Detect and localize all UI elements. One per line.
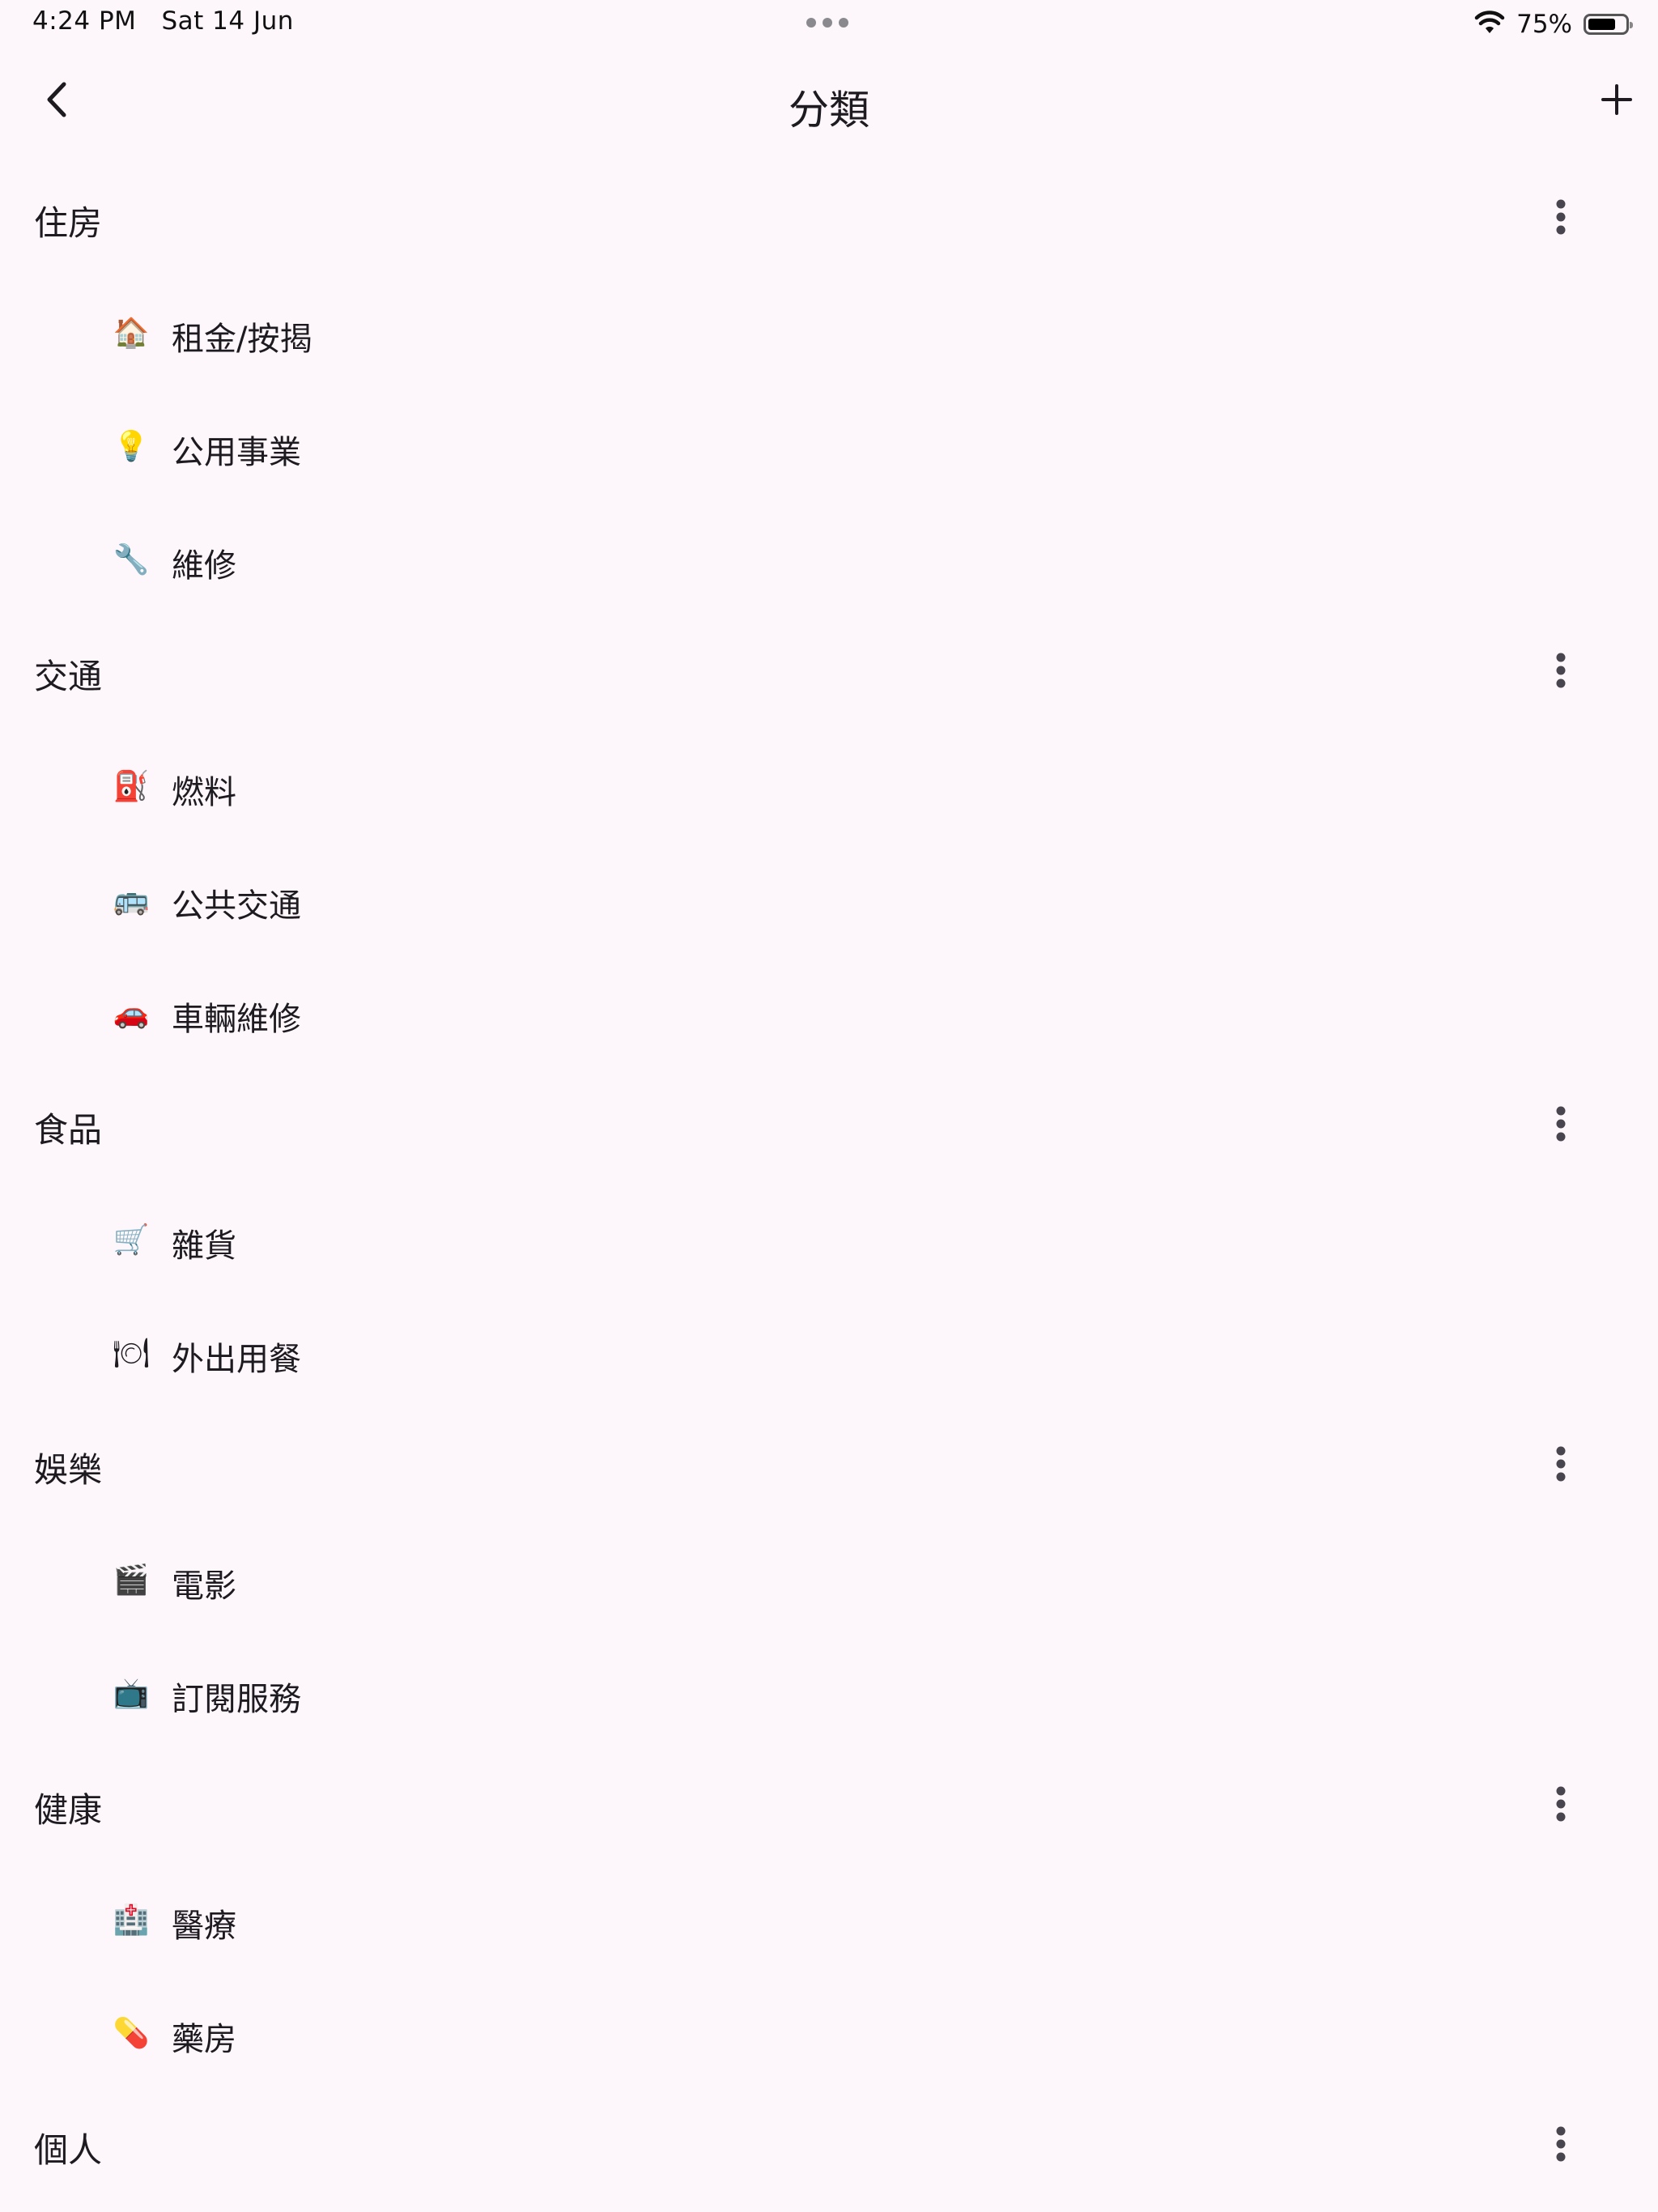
app-bar: 分類	[0, 57, 1658, 154]
category-item-label: 藥房	[172, 2021, 236, 2058]
category-item[interactable]: 💊 藥房	[0, 1976, 1658, 2089]
battery-icon	[1584, 14, 1633, 35]
category-item-label: 醫療	[172, 1908, 236, 1945]
shopping-cart-icon: 🛒	[113, 1223, 150, 1257]
group-more-button[interactable]	[1537, 186, 1585, 251]
status-time-text: 4:24 PM	[32, 6, 137, 36]
wifi-icon	[1474, 11, 1505, 38]
category-group-header: 娛樂	[0, 1409, 1658, 1522]
category-group-title: 住房	[34, 203, 103, 243]
category-group-title: 食品	[34, 1110, 103, 1150]
hospital-icon: 🏥	[113, 1904, 150, 1937]
category-group-title: 交通	[34, 657, 103, 696]
car-icon: 🚗	[113, 997, 150, 1030]
category-item[interactable]: 🏥 醫療	[0, 1862, 1658, 1976]
status-time: 4:24 PM Sat 14 Jun	[32, 6, 294, 36]
category-item-label: 雜貨	[172, 1227, 236, 1265]
category-item[interactable]: ⛽ 燃料	[0, 729, 1658, 842]
group-more-button[interactable]	[1537, 640, 1585, 704]
more-vert-icon	[1555, 2125, 1567, 2166]
wrench-icon: 🔧	[113, 543, 150, 576]
lightbulb-icon: 💡	[113, 430, 150, 463]
category-item[interactable]: 🛒 雜貨	[0, 1182, 1658, 1295]
status-indicators: 75%	[1474, 8, 1633, 40]
category-list: 住房 🏠 租金/按揭 💡 公用事業 🔧 維修交通 ⛽ 燃料 🚌 公共交通 🚗 車輛維修食品 🛒 雜貨 🍽 外出用…	[0, 162, 1658, 2202]
multitasking-dots[interactable]	[806, 18, 848, 28]
category-item-label: 公共交通	[172, 887, 301, 925]
group-more-button[interactable]	[1537, 1773, 1585, 1838]
category-item[interactable]: 📺 訂閱服務	[0, 1636, 1658, 1749]
category-item[interactable]: 🚌 公共交通	[0, 842, 1658, 955]
battery-fill	[1588, 19, 1615, 30]
more-vert-icon	[1555, 1105, 1567, 1146]
house-icon: 🏠	[113, 317, 150, 350]
status-bar: 4:24 PM Sat 14 Jun 75%	[0, 0, 1658, 49]
category-group-header: 食品	[0, 1069, 1658, 1182]
category-group-header: 交通	[0, 615, 1658, 729]
bus-icon: 🚌	[113, 883, 150, 917]
more-vert-icon	[1555, 652, 1567, 692]
group-more-button[interactable]	[1537, 1093, 1585, 1158]
status-date-text: Sat 14 Jun	[161, 6, 294, 36]
category-item-label: 維修	[172, 547, 236, 585]
category-item-label: 公用事業	[172, 434, 301, 471]
dot-3	[839, 18, 848, 28]
category-group-title: 個人	[34, 2130, 103, 2170]
page-title: 分類	[789, 87, 869, 134]
dot-1	[806, 18, 816, 28]
pill-icon: 💊	[113, 2017, 150, 2050]
more-vert-icon	[1555, 1785, 1567, 1826]
clapperboard-icon: 🎬	[113, 1563, 150, 1597]
category-item[interactable]: 🚗 車輛維修	[0, 955, 1658, 1069]
more-vert-icon	[1555, 198, 1567, 239]
plate-cutlery-icon: 🍽	[113, 1337, 150, 1370]
fuel-pump-icon: ⛽	[113, 770, 150, 803]
tv-icon: 📺	[113, 1677, 150, 1710]
battery-percent: 75%	[1516, 10, 1572, 39]
category-group-header: 個人	[0, 2089, 1658, 2202]
category-item[interactable]: 🏠 租金/按揭	[0, 275, 1658, 389]
category-group-title: 娛樂	[34, 1450, 103, 1490]
group-more-button[interactable]	[1537, 1433, 1585, 1498]
dot-2	[823, 18, 832, 28]
category-item[interactable]: 🔧 維修	[0, 502, 1658, 615]
category-item-label: 外出用餐	[172, 1341, 301, 1378]
category-item-label: 車輛維修	[172, 1001, 301, 1038]
category-item-label: 燃料	[172, 774, 236, 811]
category-item[interactable]: 🎬 電影	[0, 1522, 1658, 1636]
group-more-button[interactable]	[1537, 2113, 1585, 2178]
category-item[interactable]: 💡 公用事業	[0, 389, 1658, 502]
category-item-label: 租金/按揭	[172, 321, 312, 358]
category-group-header: 健康	[0, 1749, 1658, 1862]
more-vert-icon	[1555, 1445, 1567, 1486]
category-item[interactable]: 🍽 外出用餐	[0, 1295, 1658, 1409]
category-item-label: 電影	[172, 1568, 236, 1605]
category-item-label: 訂閱服務	[172, 1681, 301, 1718]
category-group-header: 住房	[0, 162, 1658, 275]
add-category-button[interactable]	[1588, 73, 1645, 130]
add-icon	[1601, 83, 1633, 119]
category-group-title: 健康	[34, 1790, 103, 1830]
